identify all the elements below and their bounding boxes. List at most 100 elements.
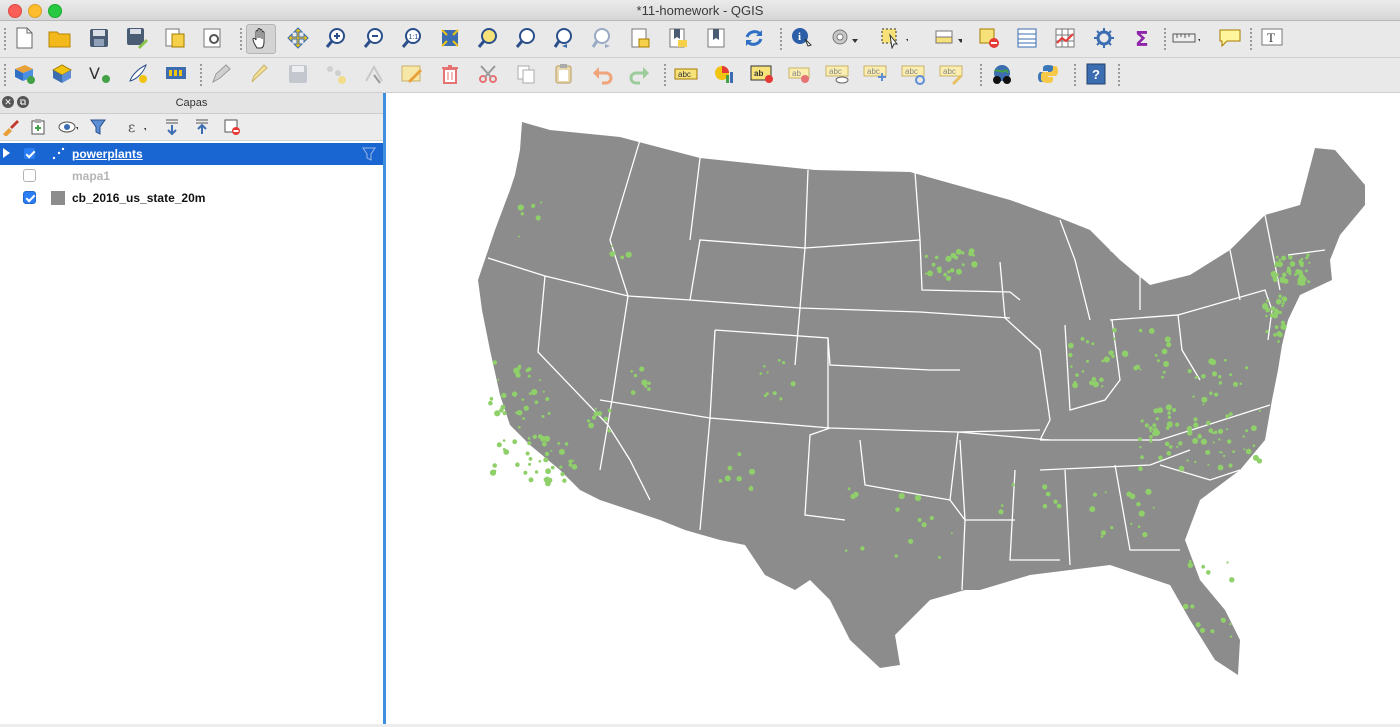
label-pin-icon[interactable]: ab: [748, 60, 776, 88]
pencil-icon[interactable]: [246, 60, 274, 88]
layer-visibility-checkbox[interactable]: [23, 169, 36, 182]
add-point-icon[interactable]: [322, 60, 350, 88]
zoom-last-icon[interactable]: [550, 24, 578, 52]
zoom-out-icon[interactable]: [360, 24, 388, 52]
undo-icon[interactable]: [588, 60, 616, 88]
new-project-icon[interactable]: [10, 24, 38, 52]
show-bookmarks-icon[interactable]: [702, 24, 730, 52]
save-project-icon[interactable]: [85, 24, 113, 52]
label-change-icon[interactable]: abc: [900, 60, 928, 88]
digitize-vertex-icon[interactable]: V: [86, 60, 114, 88]
python-icon[interactable]: [1034, 60, 1062, 88]
layer-row-powerplants[interactable]: powerplants: [0, 143, 383, 165]
zoom-native-icon[interactable]: 1:1: [398, 24, 426, 52]
save-layer-edits-icon[interactable]: [284, 60, 312, 88]
map-svg[interactable]: [386, 93, 1400, 724]
pencil-icon[interactable]: [208, 60, 236, 88]
toolbar-grip[interactable]: [200, 64, 204, 86]
open-project-icon[interactable]: [46, 24, 74, 52]
powerplant-point: [724, 475, 731, 482]
measure-icon[interactable]: [830, 24, 858, 52]
toolbar-grip[interactable]: [4, 28, 8, 50]
cut-icon[interactable]: [474, 60, 502, 88]
label-icon[interactable]: abc: [672, 60, 700, 88]
globe-plugin-icon[interactable]: [988, 60, 1016, 88]
ruler-icon[interactable]: [1172, 24, 1200, 52]
label-move-icon[interactable]: ab: [786, 60, 814, 88]
help-icon[interactable]: ?: [1082, 60, 1110, 88]
deselect-icon[interactable]: [976, 24, 1004, 52]
layout-manager-icon[interactable]: [199, 24, 227, 52]
powerplant-point: [1201, 374, 1206, 379]
pan-icon[interactable]: [246, 24, 276, 54]
pan-to-selection-icon[interactable]: [284, 24, 312, 52]
map-canvas[interactable]: [386, 93, 1400, 724]
collapse-all-icon[interactable]: [192, 117, 212, 137]
text-annotation-icon[interactable]: T: [1260, 24, 1288, 52]
zoom-to-selection-icon[interactable]: [474, 24, 502, 52]
layer-visibility-checkbox[interactable]: [23, 191, 36, 204]
svg-text:abc: abc: [943, 67, 956, 76]
toolbar-grip[interactable]: [1074, 64, 1078, 86]
toolbar-grip[interactable]: [1250, 28, 1254, 50]
powerplant-point: [1162, 370, 1166, 374]
attribute-table-icon[interactable]: [934, 24, 962, 52]
layer-visibility-checkbox[interactable]: [23, 147, 36, 160]
label-rotate-icon[interactable]: abc: [862, 60, 890, 88]
remove-layer-icon[interactable]: [222, 117, 242, 137]
delete-icon[interactable]: [436, 60, 464, 88]
toolbar-grip[interactable]: [240, 28, 244, 50]
new-print-layout-icon[interactable]: [161, 24, 189, 52]
toolbar-grip[interactable]: [780, 28, 784, 50]
add-feature-icon[interactable]: [124, 60, 152, 88]
toolbar-grip[interactable]: [980, 64, 984, 86]
redo-icon[interactable]: [626, 60, 654, 88]
layer-name: powerplants: [72, 147, 143, 161]
identify-icon[interactable]: i: [788, 24, 816, 52]
toolbar-grip[interactable]: [1118, 64, 1122, 86]
layer-filter-icon[interactable]: [362, 147, 376, 164]
save-as-icon[interactable]: [123, 24, 151, 52]
powerplant-point: [527, 441, 532, 446]
open-table-icon[interactable]: [1013, 24, 1041, 52]
style-icon[interactable]: [0, 117, 20, 137]
new-bookmark-icon[interactable]: [664, 24, 692, 52]
toolbar-grip[interactable]: [664, 64, 668, 86]
powerplant-point: [1226, 561, 1229, 564]
layer-row-cb_2016_us_state_20m[interactable]: cb_2016_us_state_20m: [0, 187, 383, 209]
zoom-in-icon[interactable]: [322, 24, 350, 52]
zoom-full-icon[interactable]: [436, 24, 464, 52]
layer-row-mapa1[interactable]: mapa1: [0, 165, 383, 187]
powerplant-point: [956, 268, 962, 275]
save-edits-icon[interactable]: [162, 60, 190, 88]
statistics-icon[interactable]: [1051, 24, 1079, 52]
new-map-view-icon[interactable]: [626, 24, 654, 52]
powerplant-point: [1307, 280, 1311, 284]
refresh-icon[interactable]: [740, 24, 768, 52]
expand-all-icon[interactable]: [162, 117, 182, 137]
zoom-to-layer-icon[interactable]: [512, 24, 540, 52]
diagram-icon[interactable]: [710, 60, 738, 88]
label-properties-icon[interactable]: abc: [938, 60, 966, 88]
filter-icon[interactable]: [88, 117, 108, 137]
expand-arrow-icon[interactable]: [3, 148, 10, 158]
add-group-icon[interactable]: [28, 117, 48, 137]
settings-icon[interactable]: [1090, 24, 1118, 52]
powerplant-point: [531, 203, 536, 208]
zoom-next-icon[interactable]: [588, 24, 616, 52]
copy-icon[interactable]: [512, 60, 540, 88]
sum-icon[interactable]: Σ: [1128, 24, 1156, 52]
expression-filter-icon[interactable]: ε: [126, 117, 146, 137]
select-features-icon[interactable]: [880, 24, 908, 52]
toolbar-grip[interactable]: [1164, 28, 1168, 50]
visibility-icon[interactable]: [58, 117, 78, 137]
new-geopackage-icon[interactable]: [48, 60, 76, 88]
node-tool-icon[interactable]: [360, 60, 388, 88]
data-source-manager-icon[interactable]: [10, 60, 38, 88]
label-show-icon[interactable]: abc: [824, 60, 852, 88]
paste-icon[interactable]: [550, 60, 578, 88]
map-tips-icon[interactable]: [1216, 24, 1244, 52]
powerplant-point: [518, 426, 521, 429]
modify-attributes-icon[interactable]: [398, 60, 426, 88]
toolbar-grip[interactable]: [4, 64, 8, 86]
